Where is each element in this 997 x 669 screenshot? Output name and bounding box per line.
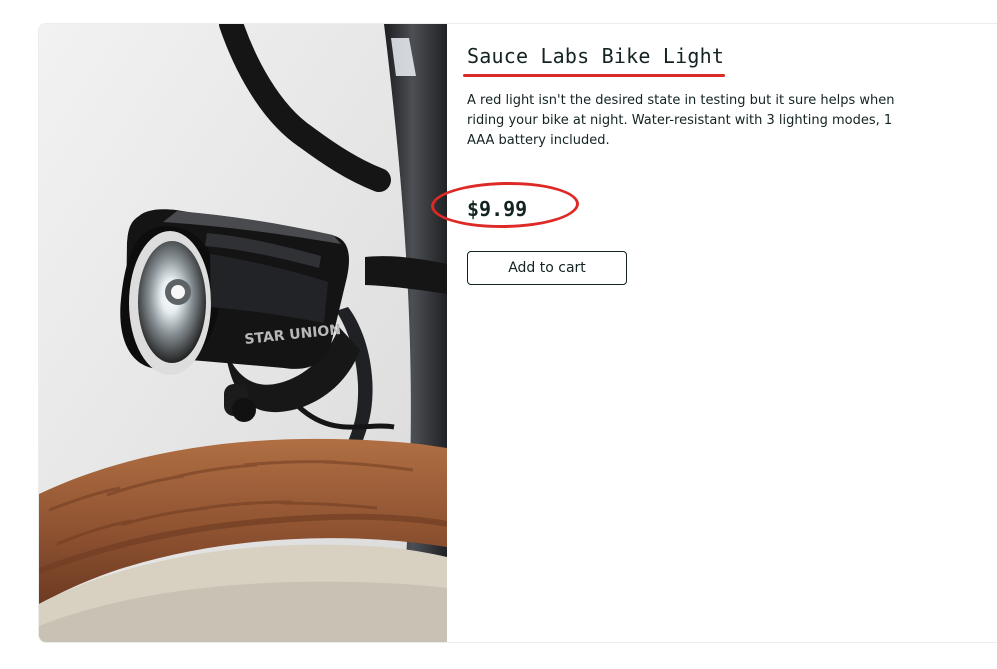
- title-container: Sauce Labs Bike Light: [463, 42, 734, 78]
- product-detail-page: STAR UNION Sauce Labs Bike Light A red l…: [0, 0, 997, 669]
- bike-light-photo: STAR UNION: [39, 24, 447, 642]
- add-to-cart-button[interactable]: Add to cart: [467, 251, 627, 285]
- product-details: Sauce Labs Bike Light A red light isn't …: [430, 42, 937, 285]
- product-description: A red light isn't the desired state in t…: [467, 93, 895, 148]
- product-image: STAR UNION: [39, 24, 447, 642]
- product-title: Sauce Labs Bike Light: [467, 44, 725, 68]
- product-card: STAR UNION Sauce Labs Bike Light A red l…: [38, 23, 997, 643]
- price-container: $9.99: [430, 180, 587, 230]
- title-underline-annotation: [463, 74, 725, 77]
- product-price: $9.99: [467, 197, 528, 221]
